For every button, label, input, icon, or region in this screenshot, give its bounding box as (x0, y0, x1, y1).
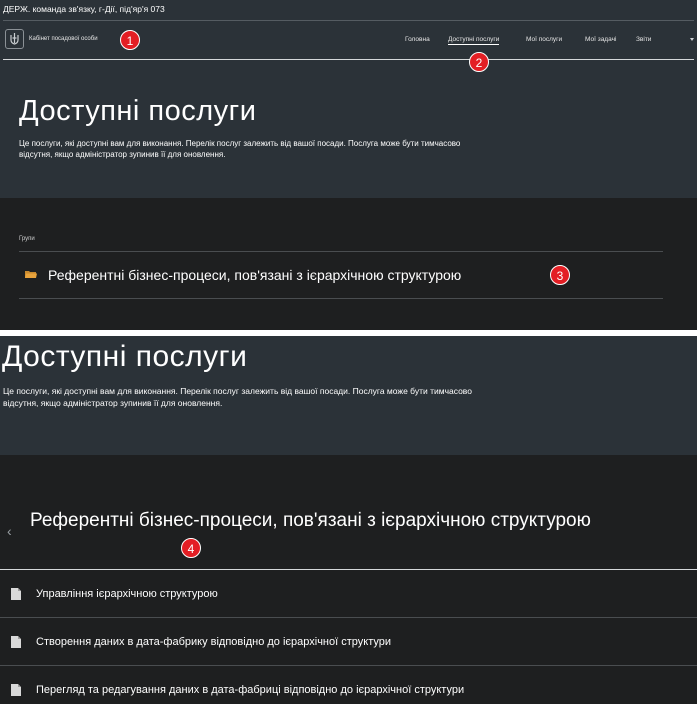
callout-badge-2: 2 (469, 52, 489, 72)
document-icon (11, 684, 21, 696)
groups-divider-bottom (19, 298, 663, 299)
page-description-detail: Це послуги, які доступні вам для виконан… (3, 386, 472, 408)
organization-line: ДЕРЖ. команда зв'язку, г-Дії, під'яр'я 0… (3, 4, 165, 14)
nav-available-services[interactable]: Доступні послуги (448, 36, 500, 45)
panel-overview: ДЕРЖ. команда зв'язку, г-Дії, під'яр'я 0… (0, 0, 697, 330)
trident-emblem-icon[interactable] (5, 29, 24, 49)
groups-section: Групи Референтні бізнес-процеси, пов'яза… (0, 198, 697, 330)
chevron-left-icon[interactable]: ‹ (7, 523, 12, 539)
service-row[interactable]: Створення даних в дата-фабрику відповідн… (0, 618, 697, 666)
group-detail-section: ‹ Референтні бізнес-процеси, пов'язані з… (0, 455, 697, 704)
document-icon (11, 636, 21, 648)
group-detail-title: Референтні бізнес-процеси, пов'язані з і… (30, 510, 591, 531)
groups-label: Групи (19, 236, 35, 242)
navbar-divider (3, 59, 694, 60)
callout-badge-3: 3 (550, 265, 570, 285)
service-label[interactable]: Перегляд та редагування даних в дата-фаб… (36, 684, 464, 696)
cabinet-title[interactable]: Кабінет посадової особи (29, 36, 98, 42)
document-icon (11, 588, 21, 600)
callout-badge-4: 4 (181, 538, 201, 558)
chevron-down-icon[interactable] (690, 38, 694, 41)
nav-home[interactable]: Головна (405, 36, 430, 43)
nav-reports[interactable]: Звіти (636, 36, 651, 43)
nav-my-services[interactable]: Мої послуги (526, 36, 562, 43)
groups-divider-top (19, 251, 663, 252)
nav-my-tasks[interactable]: Мої задачі (585, 36, 616, 43)
panel-group-detail: Доступні послуги Це послуги, які доступн… (0, 336, 697, 704)
service-label[interactable]: Управління ієрархічною структурою (36, 588, 218, 600)
service-row[interactable]: Перегляд та редагування даних в дата-фаб… (0, 666, 697, 704)
service-label[interactable]: Створення даних в дата-фабрику відповідн… (36, 636, 391, 648)
group-item-hierarchy[interactable]: Референтні бізнес-процеси, пов'язані з і… (48, 267, 461, 283)
page-title-detail: Доступні послуги (2, 340, 248, 373)
service-row[interactable]: Управління ієрархічною структурою (0, 570, 697, 618)
folder-icon (25, 271, 37, 278)
page-description: Це послуги, які доступні вам для виконан… (19, 139, 461, 159)
callout-badge-1: 1 (120, 30, 140, 50)
navbar: Кабінет посадової особи Головна Доступні… (0, 21, 697, 59)
page-title: Доступні послуги (19, 95, 257, 127)
